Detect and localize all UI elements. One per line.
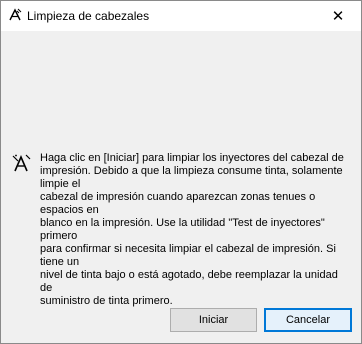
print-head-cleaning-icon	[9, 8, 22, 21]
cleaning-dialog: Limpieza de cabezales ✕ Haga clic en [In…	[0, 0, 362, 344]
cancel-button-label: Cancelar	[285, 314, 331, 326]
close-button[interactable]: ✕	[315, 1, 361, 31]
print-head-cleaning-icon	[12, 154, 31, 172]
close-icon: ✕	[331, 8, 345, 25]
start-button[interactable]: Iniciar	[170, 308, 257, 332]
instruction-text: Haga clic en [Iniciar] para limpiar los …	[40, 152, 344, 307]
start-button-label: Iniciar	[198, 314, 229, 326]
window-title: Limpieza de cabezales	[27, 9, 150, 23]
title-bar[interactable]: Limpieza de cabezales ✕	[1, 1, 361, 31]
cancel-button[interactable]: Cancelar	[264, 308, 352, 332]
